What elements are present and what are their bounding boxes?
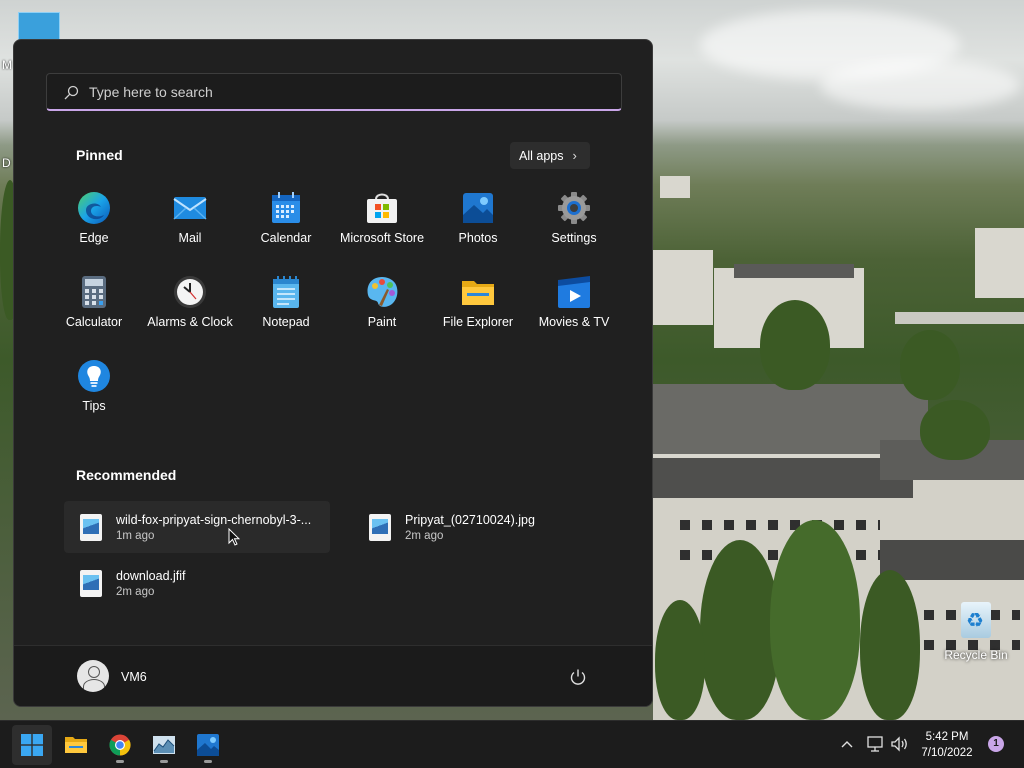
notepad-icon	[273, 276, 299, 308]
volume-icon[interactable]	[890, 735, 910, 753]
image-file-icon	[369, 514, 391, 541]
pinned-app-photos[interactable]: Photos	[430, 185, 526, 269]
running-indicator	[160, 760, 168, 763]
pinned-app-edge[interactable]: Edge	[46, 185, 142, 269]
search-icon	[64, 85, 79, 100]
mouse-cursor-icon	[228, 528, 240, 546]
avatar[interactable]	[77, 660, 109, 692]
taskbar-clock[interactable]: 5:42 PM 7/10/2022	[916, 729, 978, 761]
pinned-app-label: File Explorer	[442, 315, 514, 329]
chevron-right-icon: ›	[572, 148, 577, 163]
pinned-title: Pinned	[76, 147, 123, 163]
all-apps-label: All apps	[519, 148, 564, 163]
recommended-item-name: Pripyat_(02710024).jpg	[405, 513, 535, 527]
search-box[interactable]	[46, 73, 622, 111]
recycle-bin-label: Recycle Bin	[944, 648, 1008, 662]
taskbar-task-manager[interactable]	[144, 725, 184, 765]
start-menu: Pinned All apps › Edge Mail	[13, 39, 653, 707]
pinned-app-label: Movies & TV	[538, 315, 610, 329]
recycle-bin-icon	[961, 602, 991, 638]
user-name[interactable]: VM6	[121, 670, 147, 684]
pinned-app-calendar[interactable]: Calendar	[238, 185, 334, 269]
recommended-item-time: 2m ago	[405, 530, 444, 542]
chrome-icon	[109, 734, 131, 756]
photos-icon	[197, 734, 219, 756]
pinned-app-notepad[interactable]: Notepad	[238, 269, 334, 353]
play-icon	[558, 276, 590, 308]
recommended-item-time: 2m ago	[116, 586, 155, 598]
clock-time: 5:42 PM	[925, 731, 969, 743]
chart-image-icon	[153, 736, 175, 754]
pinned-app-label: Calculator	[65, 315, 123, 329]
pinned-app-label: Calendar	[260, 231, 312, 245]
recommended-title: Recommended	[76, 467, 177, 483]
start-button[interactable]	[12, 725, 52, 765]
pinned-app-label: Tips	[82, 399, 106, 413]
pinned-app-movies-tv[interactable]: Movies & TV	[526, 269, 622, 353]
user-bar: VM6	[14, 645, 652, 706]
pinned-app-label: Paint	[367, 315, 397, 329]
lightbulb-icon	[78, 360, 110, 392]
clock-date: 7/10/2022	[921, 747, 973, 759]
pinned-app-microsoft-store[interactable]: Microsoft Store	[334, 185, 430, 269]
pinned-apps-grid: Edge Mail Calendar Microsoft Store Photo…	[46, 185, 622, 437]
image-file-icon	[80, 514, 102, 541]
desktop-shortcut-label: M	[2, 58, 12, 72]
recommended-item-name: wild-fox-pripyat-sign-chernobyl-3-...	[116, 513, 312, 527]
search-input[interactable]	[89, 74, 609, 110]
pinned-app-paint[interactable]: Paint	[334, 269, 430, 353]
recommended-item[interactable]: download.jfif 2m ago	[64, 557, 330, 609]
recommended-item[interactable]: wild-fox-pripyat-sign-chernobyl-3-... 1m…	[64, 501, 330, 553]
recommended-item[interactable]: Pripyat_(02710024).jpg 2m ago	[353, 501, 619, 553]
recommended-item-name: download.jfif	[116, 569, 186, 583]
notification-badge[interactable]: 1	[988, 736, 1004, 752]
calculator-icon	[82, 276, 106, 308]
pinned-app-settings[interactable]: Settings	[526, 185, 622, 269]
taskbar-file-explorer[interactable]	[56, 725, 96, 765]
photos-icon	[463, 193, 493, 223]
pinned-app-label: Settings	[551, 231, 597, 245]
running-indicator	[116, 760, 124, 763]
calendar-icon	[272, 192, 300, 223]
pinned-app-label: Microsoft Store	[339, 231, 425, 245]
desktop-shortcut-icon[interactable]	[18, 12, 60, 40]
pinned-app-label: Alarms & Clock	[147, 315, 233, 329]
pinned-app-tips[interactable]: Tips	[46, 353, 142, 437]
taskbar-photos[interactable]	[188, 725, 228, 765]
folder-icon	[462, 281, 494, 305]
taskbar-chrome[interactable]	[100, 725, 140, 765]
mail-icon	[173, 197, 207, 220]
windows-logo-icon	[21, 734, 43, 756]
pinned-app-alarms-clock[interactable]: Alarms & Clock	[142, 269, 238, 353]
running-indicator	[204, 760, 212, 763]
pinned-app-label: Photos	[458, 231, 498, 245]
store-icon	[367, 193, 397, 223]
pinned-app-calculator[interactable]: Calculator	[46, 269, 142, 353]
pinned-app-label: Edge	[79, 231, 109, 245]
image-file-icon	[80, 570, 102, 597]
desktop-shortcut-label: D	[2, 156, 11, 170]
folder-icon	[65, 737, 87, 753]
edge-icon	[78, 192, 110, 224]
pinned-app-label: Notepad	[262, 315, 310, 329]
pinned-app-mail[interactable]: Mail	[142, 185, 238, 269]
paint-palette-icon	[367, 277, 398, 307]
pinned-app-file-explorer[interactable]: File Explorer	[430, 269, 526, 353]
network-icon[interactable]	[866, 735, 884, 753]
taskbar: 5:42 PM 7/10/2022 1	[0, 720, 1024, 768]
chevron-up-icon[interactable]	[840, 735, 854, 753]
all-apps-button[interactable]: All apps ›	[510, 142, 590, 169]
pinned-app-label: Mail	[178, 231, 202, 245]
recommended-item-time: 1m ago	[116, 530, 155, 542]
clock-icon	[174, 276, 206, 308]
power-icon[interactable]	[569, 668, 587, 686]
recycle-bin[interactable]: Recycle Bin	[944, 602, 1008, 662]
gear-icon	[558, 192, 590, 224]
